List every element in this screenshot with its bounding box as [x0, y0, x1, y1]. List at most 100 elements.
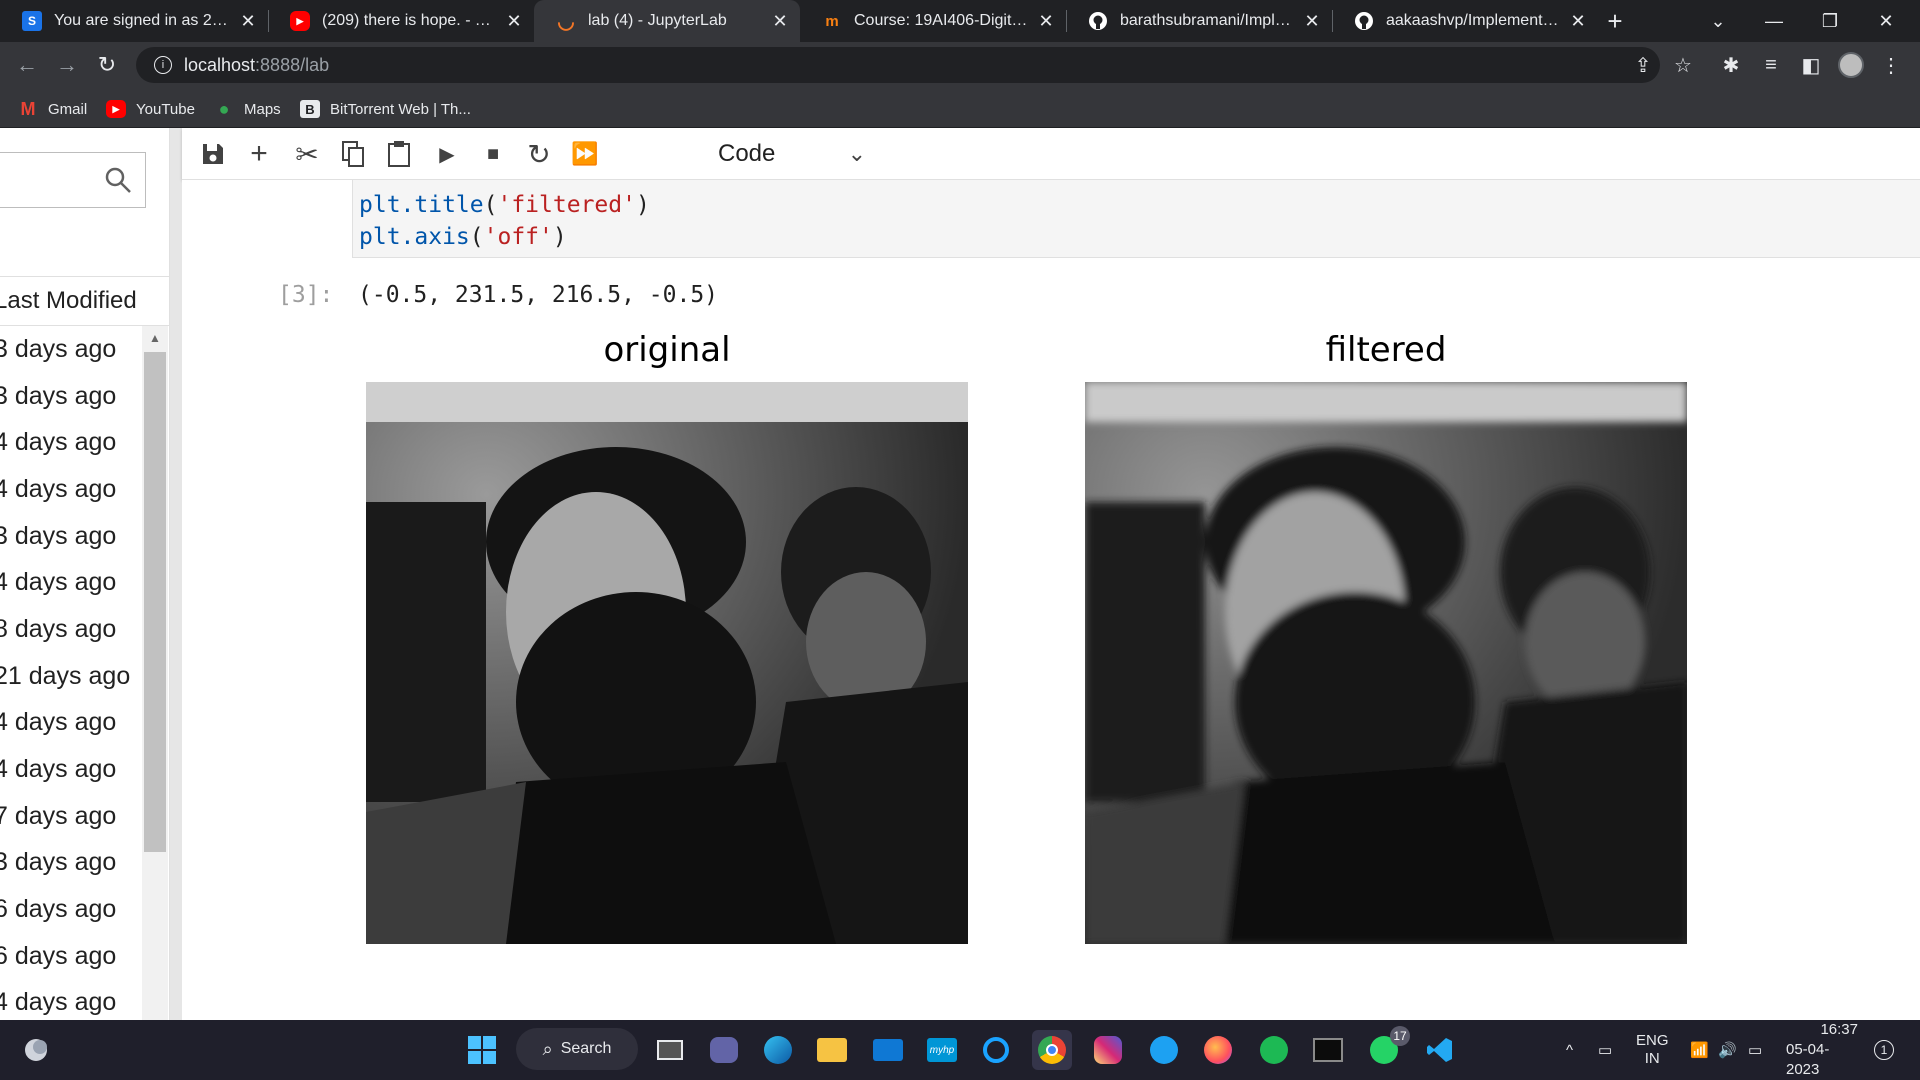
minimize-icon[interactable]: —	[1746, 0, 1802, 42]
file-list: 3 days ago 3 days ago 4 days ago 4 days …	[0, 326, 142, 1020]
add-cell-icon[interactable]: +	[244, 137, 274, 170]
save-icon[interactable]	[198, 139, 228, 169]
scrollbar-thumb[interactable]	[144, 352, 166, 852]
instagram-icon[interactable]	[1088, 1030, 1128, 1070]
teams-chat-icon[interactable]	[704, 1030, 744, 1070]
windows-start-icon[interactable]	[462, 1030, 502, 1070]
side-panel-icon[interactable]: ◧	[1796, 50, 1826, 80]
close-icon[interactable]: ✕	[1036, 11, 1056, 32]
url-host: localhost	[184, 54, 256, 75]
bookmark-youtube[interactable]: ▶ YouTube	[106, 96, 195, 122]
browser-tab[interactable]: S You are signed in as 220086 ✕	[0, 0, 268, 42]
close-window-icon[interactable]: ✕	[1858, 0, 1914, 42]
extensions-icon[interactable]: ✱	[1716, 50, 1746, 80]
file-filter-input[interactable]	[0, 152, 146, 208]
cortana-icon[interactable]	[976, 1030, 1016, 1070]
taskbar-search-button[interactable]: ⌕ Search	[516, 1028, 638, 1070]
bookmark-maps[interactable]: ● Maps	[214, 96, 281, 122]
bittorrent-icon: B	[300, 100, 320, 118]
file-list-scrollbar[interactable]: ▲	[142, 326, 168, 1020]
list-item[interactable]: 3 days ago	[0, 840, 142, 887]
list-item[interactable]: 3 days ago	[0, 513, 142, 560]
twitter-icon[interactable]	[1144, 1030, 1184, 1070]
tray-overflow-chevron-icon[interactable]: ^	[1566, 1020, 1573, 1080]
search-icon	[105, 167, 131, 193]
original-image	[366, 382, 968, 944]
weather-icon[interactable]	[16, 1030, 56, 1070]
share-icon[interactable]: ⇪	[1628, 50, 1658, 80]
panel-splitter[interactable]	[170, 128, 182, 1020]
notification-center-icon[interactable]: 1	[1874, 1020, 1894, 1080]
battery-icon[interactable]: ▭	[1748, 1020, 1762, 1080]
browser-tab[interactable]: ▶ (209) there is hope. - YouTube ✕	[268, 0, 534, 42]
firefox-icon[interactable]	[1198, 1030, 1238, 1070]
edge-icon[interactable]	[758, 1030, 798, 1070]
column-header-last-modified[interactable]: Last Modified	[0, 276, 169, 326]
cell-type-dropdown[interactable]: Code ⌄	[718, 136, 872, 172]
browser-tab[interactable]: aakaashvp/Implementation ✕	[1332, 0, 1598, 42]
reload-icon[interactable]: ↻	[92, 50, 122, 80]
info-icon[interactable]: i	[154, 56, 172, 74]
media-control-icon[interactable]: ≡	[1756, 50, 1786, 80]
list-item[interactable]: 4 days ago	[0, 746, 142, 793]
clock[interactable]: 16:37 05-04-2023	[1786, 1020, 1858, 1080]
spotify-icon[interactable]	[1254, 1030, 1294, 1070]
avatar[interactable]	[1836, 50, 1866, 80]
list-item[interactable]: 6 days ago	[0, 933, 142, 980]
terminal-icon[interactable]	[1308, 1030, 1348, 1070]
browser-tab-active[interactable]: ◡ lab (4) - JupyterLab ✕	[534, 0, 800, 42]
vscode-icon[interactable]	[1420, 1030, 1460, 1070]
volume-icon[interactable]: 🔊	[1718, 1020, 1737, 1080]
restart-kernel-icon[interactable]: ↻	[524, 139, 554, 170]
wifi-icon[interactable]: 📶	[1690, 1020, 1709, 1080]
list-item[interactable]: 4 days ago	[0, 466, 142, 513]
bookmark-gmail[interactable]: M Gmail	[18, 96, 88, 122]
close-icon[interactable]: ✕	[770, 11, 790, 32]
task-view-icon[interactable]	[650, 1030, 690, 1070]
close-icon[interactable]: ✕	[1302, 11, 1322, 32]
scroll-up-arrow-icon[interactable]: ▲	[142, 326, 168, 350]
browser-tab[interactable]: m Course: 19AI406-Digital Image ✕	[800, 0, 1066, 42]
new-tab-button[interactable]: +	[1598, 0, 1632, 42]
kebab-menu-icon[interactable]: ⋮	[1876, 50, 1906, 80]
star-icon[interactable]: ☆	[1668, 50, 1698, 80]
whatsapp-icon[interactable]: 17	[1364, 1026, 1410, 1070]
list-item[interactable]: 4 days ago	[0, 700, 142, 747]
stop-icon[interactable]: ■	[478, 139, 508, 169]
language-indicator[interactable]: ENG IN	[1636, 1020, 1669, 1080]
list-item[interactable]: 4 days ago	[0, 559, 142, 606]
paste-icon[interactable]	[384, 139, 414, 169]
close-icon[interactable]: ✕	[238, 11, 258, 32]
github-icon	[1354, 11, 1374, 31]
list-item[interactable]: 4 days ago	[0, 980, 142, 1020]
tab-search-chevron-icon[interactable]: ⌄	[1690, 0, 1746, 42]
mail-icon[interactable]	[868, 1030, 908, 1070]
run-icon[interactable]: ▶	[432, 139, 462, 169]
browser-tab[interactable]: barathsubramani/Implementation ✕	[1066, 0, 1332, 42]
list-item[interactable]: 7 days ago	[0, 793, 142, 840]
gmail-icon: M	[20, 98, 36, 119]
close-icon[interactable]: ✕	[1568, 11, 1588, 32]
code-cell-editor[interactable]: plt.title('filtered') plt.axis('off')	[352, 180, 1920, 258]
file-explorer-icon[interactable]	[812, 1030, 852, 1070]
copy-icon[interactable]	[338, 139, 368, 169]
bookmark-bittorrent[interactable]: B BitTorrent Web | Th...	[300, 96, 471, 122]
list-item[interactable]: 3 days ago	[0, 373, 142, 420]
back-arrow-icon[interactable]: ←	[12, 50, 42, 80]
address-bar[interactable]: i localhost:8888/lab	[136, 47, 1660, 83]
myhp-icon[interactable]: myhp	[922, 1030, 962, 1070]
chrome-icon[interactable]	[1032, 1030, 1072, 1070]
forward-arrow-icon[interactable]: →	[52, 50, 82, 80]
clock-time: 16:37	[1820, 1021, 1858, 1038]
meet-now-icon[interactable]: ▭	[1598, 1020, 1612, 1080]
list-item[interactable]: 21 days ago	[0, 653, 142, 700]
tab-title: You are signed in as 220086	[54, 12, 230, 29]
cut-icon[interactable]: ✂	[292, 139, 322, 170]
list-item[interactable]: 8 days ago	[0, 606, 142, 653]
list-item[interactable]: 4 days ago	[0, 419, 142, 466]
list-item[interactable]: 3 days ago	[0, 326, 142, 373]
run-all-icon[interactable]: ⏩	[570, 139, 600, 169]
close-icon[interactable]: ✕	[504, 11, 524, 32]
restore-icon[interactable]: ❐	[1802, 0, 1858, 42]
list-item[interactable]: 6 days ago	[0, 886, 142, 933]
